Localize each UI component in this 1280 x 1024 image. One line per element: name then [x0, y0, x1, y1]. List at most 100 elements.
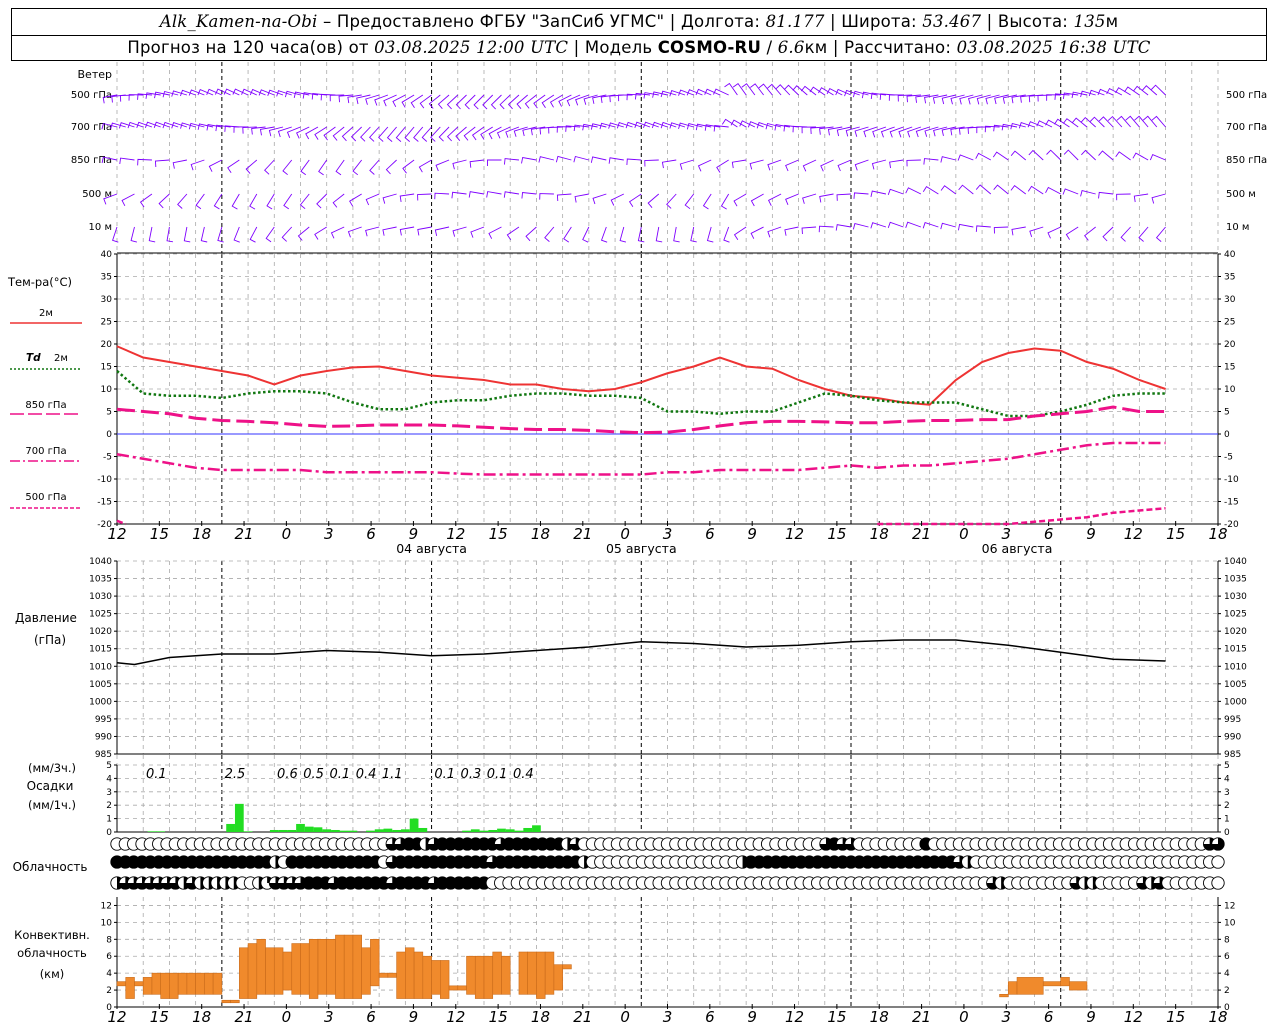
- conv-hour-label: 6: [1044, 1008, 1054, 1024]
- wind-barb: [600, 226, 608, 243]
- conv-hour-label: 18: [870, 1008, 889, 1024]
- wind-barb: [1133, 193, 1149, 203]
- wind-barb: [249, 226, 258, 243]
- wind-barb: [1102, 226, 1114, 242]
- conv-layer: [151, 972, 161, 995]
- wind-barb: [863, 126, 878, 138]
- wind-barb: [923, 158, 939, 165]
- wind-barb: [464, 94, 476, 110]
- temp-tick-left: 5: [106, 408, 112, 418]
- conv-layer: [501, 955, 511, 995]
- wind-barb: [268, 126, 284, 137]
- legend-pressure-unit: (гПа): [34, 633, 66, 647]
- wind-barb: [496, 126, 511, 139]
- conv-layer: [370, 939, 380, 987]
- precip-bar: [374, 829, 384, 832]
- conv-hour-label: 21: [573, 1008, 592, 1024]
- wind-barb: [922, 222, 939, 229]
- conv-tick-left: 6: [106, 952, 112, 962]
- precip-3h-label: 0.1: [329, 767, 350, 782]
- wind-title: Ветер: [78, 68, 112, 81]
- wind-barb: [1002, 94, 1018, 104]
- wind-barb: [172, 159, 187, 169]
- precip-bar: [226, 823, 235, 832]
- precip-3h-label: 0.1: [146, 767, 167, 782]
- wind-barb: [915, 94, 930, 103]
- wind-barb: [365, 226, 380, 237]
- temp-tick-left: 0: [106, 430, 112, 440]
- day-label: 04 августа: [396, 541, 467, 556]
- wind-barb: [976, 126, 991, 134]
- pressure-tick-right: 1030: [1224, 592, 1247, 602]
- wind-level-label-left: 500 м: [82, 189, 112, 200]
- wind-barb: [1045, 186, 1061, 195]
- precip-3h-label: 2.5: [225, 767, 246, 782]
- pressure-tick-left: 985: [95, 750, 112, 760]
- wind-barb: [195, 193, 205, 210]
- wind-barb: [499, 94, 511, 110]
- wind-barb: [733, 193, 747, 207]
- wind-barb: [898, 126, 913, 138]
- wind-barb: [993, 184, 1009, 195]
- wind-barb: [548, 126, 563, 134]
- wind-barb: [1062, 92, 1079, 99]
- wind-barb: [967, 126, 983, 134]
- conv-layer: [483, 955, 494, 999]
- wind-barb: [1132, 152, 1149, 161]
- wind-barb: [922, 185, 939, 195]
- wind-barb: [399, 226, 415, 236]
- wind-barb: [539, 193, 554, 200]
- precip-bar: [470, 829, 480, 832]
- wind-barb: [626, 158, 642, 166]
- precip-tick-left: 1: [106, 815, 112, 825]
- wind-barb: [819, 193, 834, 203]
- wind-barb: [608, 157, 624, 164]
- wind-barb: [958, 126, 974, 135]
- wind-barb: [933, 126, 948, 137]
- wind-barb: [183, 226, 191, 243]
- legend-temp-title: Тем-ра(°C): [7, 275, 72, 289]
- legend-precip-unit1: (мм/1ч.): [28, 798, 76, 812]
- conv-tick-left: 4: [106, 969, 112, 979]
- meteogram: 500 гПа 500 гПа 700 гПа 700 гПа 850 гПа 850 г…: [7, 62, 1267, 1024]
- precip-bar: [462, 830, 471, 832]
- wind-barb: [835, 88, 852, 96]
- wind-barb: [413, 126, 424, 142]
- precip-bar: [147, 831, 157, 832]
- conv-layer: [125, 977, 135, 999]
- conv-hour-label: 9: [747, 1008, 757, 1024]
- wind-barb: [679, 159, 694, 170]
- wind-barb: [418, 159, 432, 173]
- wind-barb: [1097, 88, 1114, 96]
- temp-hour-label: 18: [1208, 525, 1227, 543]
- temp-tick-left: 25: [101, 318, 112, 328]
- wind-barb: [1010, 150, 1027, 161]
- wind-barb: [1098, 191, 1114, 199]
- wind-barb: [1141, 85, 1158, 96]
- wind-barb: [924, 126, 939, 137]
- wind-barb: [137, 158, 152, 166]
- pressure-tick-right: 1020: [1224, 627, 1247, 637]
- conv-hour-label: 12: [107, 1008, 126, 1024]
- wind-barb: [556, 193, 572, 202]
- wind-barb: [1028, 94, 1044, 103]
- conv-hour-label: 3: [1001, 1008, 1011, 1024]
- temp-tick-left: -10: [97, 475, 112, 485]
- wind-barb: [516, 94, 528, 109]
- wind-barb: [950, 94, 965, 105]
- wind-barb: [906, 159, 921, 167]
- conv-hour-label: 12: [446, 1008, 465, 1024]
- wind-barb: [451, 191, 467, 199]
- precip-3h-label: 0.6: [277, 767, 298, 782]
- precip-bar: [479, 830, 489, 832]
- wind-barb: [120, 94, 135, 102]
- wind-barb: [784, 226, 799, 236]
- wind-barb: [463, 126, 476, 141]
- conv-layer: [457, 985, 467, 991]
- conv-layer: [177, 972, 188, 995]
- wind-barb: [845, 126, 860, 137]
- conv-hour-label: 0: [620, 1008, 630, 1024]
- precip-tick-right: 2: [1224, 801, 1230, 811]
- conv-layer: [256, 939, 266, 995]
- wind-barb: [647, 193, 660, 208]
